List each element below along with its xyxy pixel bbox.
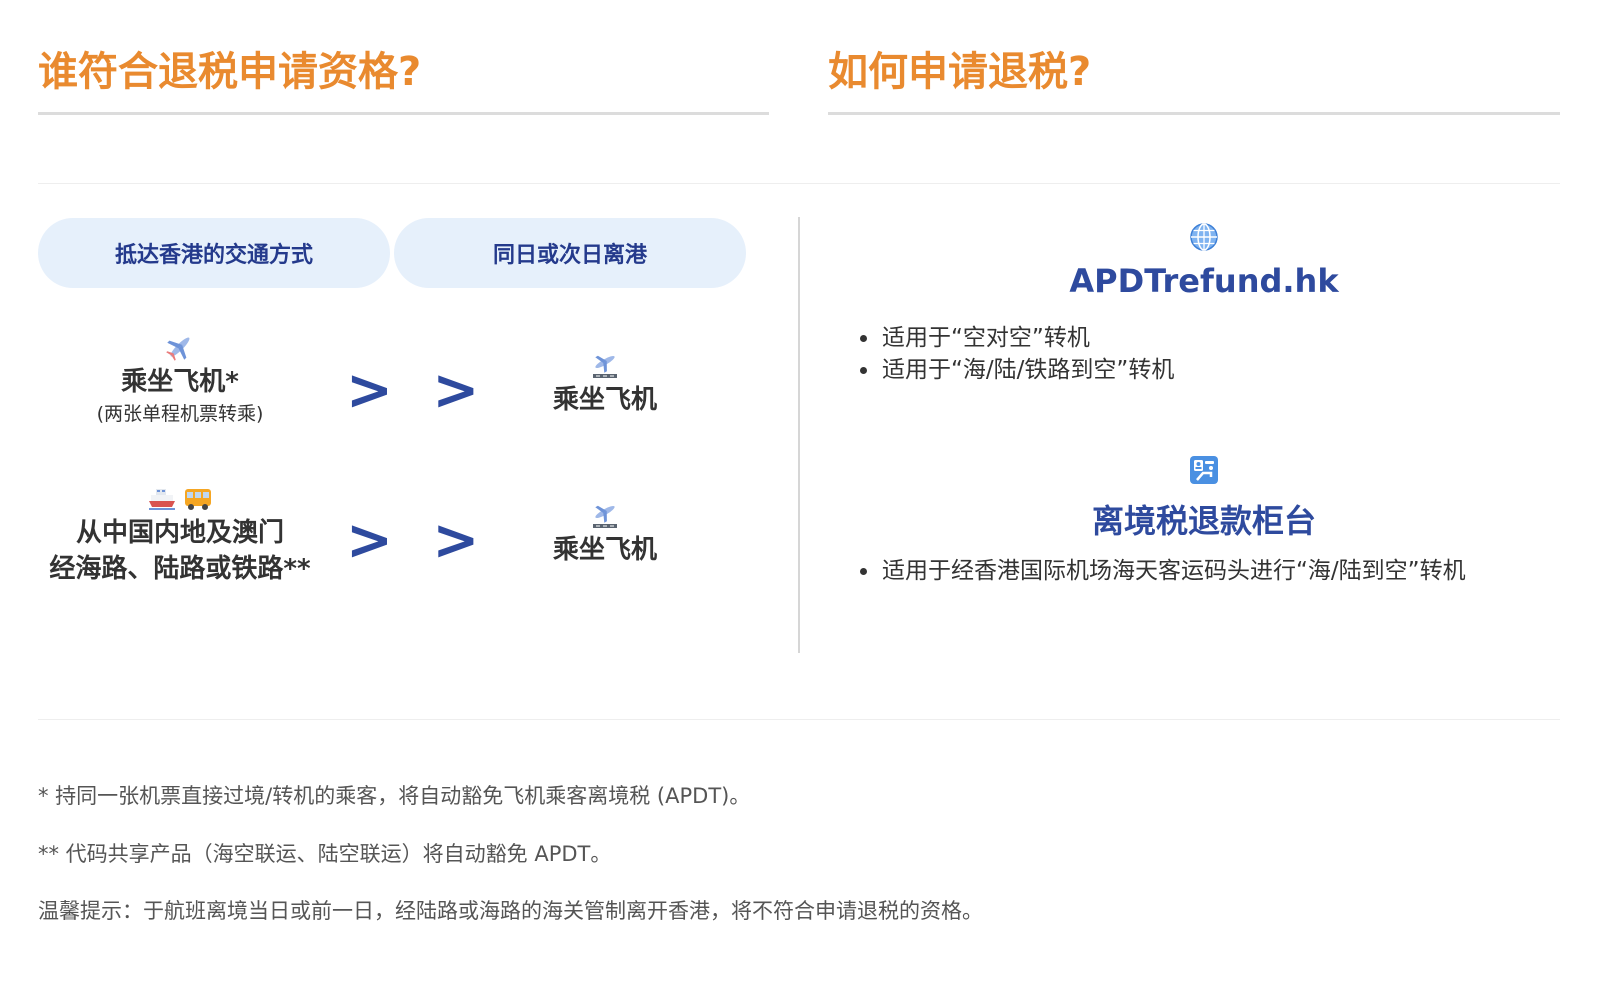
arrival-mode-air-subtitle: (两张单程机票转乘) bbox=[96, 403, 264, 425]
section-divider-bottom bbox=[38, 719, 1560, 720]
departing-plane-icon bbox=[590, 350, 620, 384]
departure-mode-air-1: 乘坐飞机 bbox=[500, 352, 710, 418]
column-divider bbox=[798, 217, 800, 653]
list-item: 适用于“海/陆/铁路到空”转机 bbox=[858, 354, 1174, 386]
footnote-code-share: ** 代码共享产品（海空联运、陆空联运）将自动豁免 APDT。 bbox=[38, 842, 612, 866]
arrival-mode-air: 乘坐飞机* (两张单程机票转乘) bbox=[40, 334, 320, 428]
globe-icon bbox=[1189, 222, 1219, 252]
flow-arrow-2: > > bbox=[346, 508, 490, 573]
ferry-icon bbox=[147, 483, 177, 517]
refund-counter-title: 离境税退款柜台 bbox=[1091, 502, 1316, 540]
refund-counter-bullets: 适用于经香港国际机场海天客运码头进行“海/陆到空”转机 bbox=[858, 555, 1466, 587]
apdt-website-link[interactable]: APDTrefund.hk bbox=[1004, 262, 1404, 300]
departure-mode-air-2: 乘坐飞机 bbox=[500, 502, 710, 568]
how-to-apply-heading: 如何申请退税? bbox=[828, 49, 1092, 95]
footnote-single-ticket: * 持同一张机票直接过境/转机的乘客，将自动豁免飞机乘客离境税 (APDT)。 bbox=[38, 784, 751, 808]
departing-plane-icon bbox=[590, 500, 620, 534]
bus-icon bbox=[183, 483, 213, 517]
passport-control-icon bbox=[1189, 455, 1219, 485]
arrival-mode-sea-land-title-line2: 经海路、陆路或铁路** bbox=[49, 554, 311, 584]
footnote-reminder: 温馨提示：于航班离境当日或前一日，经陆路或海路的海关管制离开香港，将不符合申请退… bbox=[38, 899, 983, 923]
departure-pill: 同日或次日离港 bbox=[394, 218, 746, 288]
eligibility-heading-underline bbox=[38, 112, 769, 115]
departure-mode-air-title-2: 乘坐飞机 bbox=[552, 535, 657, 565]
flow-arrow-1: > > bbox=[346, 358, 490, 423]
list-item: 适用于“空对空”转机 bbox=[858, 322, 1174, 354]
how-to-apply-heading-underline bbox=[828, 112, 1560, 115]
section-divider-top bbox=[38, 183, 1560, 184]
eligibility-heading: 谁符合退税申请资格? bbox=[38, 49, 422, 95]
list-item: 适用于经香港国际机场海天客运码头进行“海/陆到空”转机 bbox=[858, 555, 1466, 587]
departure-mode-air-title-1: 乘坐飞机 bbox=[552, 385, 657, 415]
arrival-mode-air-title: 乘坐飞机* bbox=[121, 367, 239, 397]
airplane-icon bbox=[165, 332, 195, 366]
arrival-mode-sea-land: 从中国内地及澳门 经海路、陆路或铁路** bbox=[30, 485, 330, 587]
apdt-website-bullets: 适用于“空对空”转机 适用于“海/陆/铁路到空”转机 bbox=[858, 322, 1174, 386]
arrival-mode-pill: 抵达香港的交通方式 bbox=[38, 218, 390, 288]
arrival-mode-sea-land-title-line1: 从中国内地及澳门 bbox=[75, 518, 284, 548]
